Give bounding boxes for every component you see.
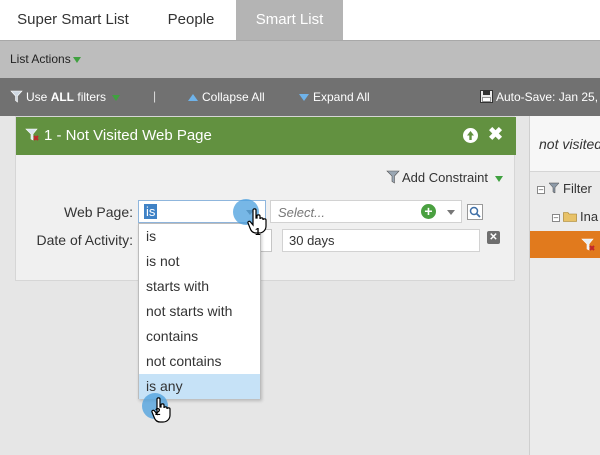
date-value-input[interactable]: 30 days xyxy=(282,229,480,252)
filter-funnel-icon xyxy=(548,182,560,194)
remove-constraint-icon[interactable]: ✕ xyxy=(487,231,500,244)
option-not-starts-with[interactable]: not starts with xyxy=(139,299,260,324)
filter-funnel-icon xyxy=(10,90,23,103)
collapse-toggle-icon[interactable]: – xyxy=(537,185,545,194)
list-actions-button[interactable]: List Actions xyxy=(10,52,81,66)
operator-value: is xyxy=(144,204,158,219)
right-panel: not visited – Filter – Ina xyxy=(529,116,600,455)
autosave-label: Auto-Save: Jan 25, xyxy=(496,90,599,104)
tree-item-filters[interactable]: – Filter xyxy=(537,181,592,196)
toolbar-separator: | xyxy=(153,89,157,103)
filter-icon xyxy=(25,128,39,141)
lookup-icon[interactable] xyxy=(467,204,483,220)
operator-dropdown-list: is is not starts with not starts with co… xyxy=(138,223,261,399)
list-actions-bar: List Actions xyxy=(0,40,600,78)
right-panel-title: not visited xyxy=(539,136,600,152)
tab-smart-list[interactable]: Smart List xyxy=(236,0,343,40)
step-number-2: 2 xyxy=(155,407,161,418)
dropdown-arrow-icon xyxy=(495,175,503,182)
date-value: 30 days xyxy=(289,233,335,248)
collapse-all-label: Collapse All xyxy=(202,90,265,104)
web-page-placeholder: Select... xyxy=(278,205,325,220)
step-number-1: 1 xyxy=(255,227,261,238)
collapse-toggle-icon[interactable]: – xyxy=(552,213,560,222)
filter-toolbar: Use ALL filters | Collapse All Expand Al… xyxy=(0,78,600,116)
collapse-icon xyxy=(188,94,198,101)
use-all-filters-button[interactable]: Use ALL filters xyxy=(10,90,121,104)
option-is-not[interactable]: is not xyxy=(139,249,260,274)
selected-tree-item[interactable] xyxy=(530,231,600,258)
chevron-down-icon[interactable] xyxy=(447,210,455,215)
option-starts-with[interactable]: starts with xyxy=(139,274,260,299)
web-page-label: Web Page: xyxy=(63,204,133,220)
folder-icon xyxy=(563,212,577,222)
filter-card-header: 1 - Not Visited Web Page ✖ xyxy=(16,117,516,155)
pointer-hand-icon xyxy=(151,397,171,423)
option-is[interactable]: is xyxy=(139,224,260,249)
filter-title: 1 - Not Visited Web Page xyxy=(44,127,212,144)
tree-sub-label: Ina xyxy=(580,209,599,224)
tree-item-inactive[interactable]: – Ina xyxy=(552,209,598,224)
filter-card: 1 - Not Visited Web Page ✖ Add Constrain… xyxy=(15,116,516,281)
autosave-status: Auto-Save: Jan 25, xyxy=(480,90,598,104)
collapse-all-button[interactable]: Collapse All xyxy=(188,90,265,104)
date-of-activity-label: Date of Activity: xyxy=(36,232,133,248)
list-actions-label: List Actions xyxy=(10,52,71,66)
use-label: Use xyxy=(26,90,48,104)
filter-funnel-icon xyxy=(386,170,400,184)
tab-people[interactable]: People xyxy=(146,0,236,40)
save-disk-icon xyxy=(480,90,493,103)
expand-all-button[interactable]: Expand All xyxy=(299,90,370,104)
option-contains[interactable]: contains xyxy=(139,324,260,349)
filter-icon xyxy=(581,238,595,251)
all-label: ALL xyxy=(50,90,75,104)
right-panel-header: not visited xyxy=(530,116,600,172)
tab-super-smart-list[interactable]: Super Smart List xyxy=(0,0,146,40)
dropdown-arrow-icon xyxy=(72,56,81,63)
close-icon[interactable]: ✖ xyxy=(488,124,503,145)
option-not-contains[interactable]: not contains xyxy=(139,349,260,374)
add-constraint-label: Add Constraint xyxy=(402,170,488,185)
dropdown-arrow-icon xyxy=(112,94,121,101)
tree-filters-label: Filter xyxy=(563,181,592,196)
add-plus-icon[interactable]: + xyxy=(421,204,436,219)
web-page-select[interactable]: Select... + xyxy=(270,200,462,223)
expand-all-label: Expand All xyxy=(313,90,370,104)
expand-icon xyxy=(299,94,309,101)
move-up-icon[interactable] xyxy=(463,128,478,143)
tab-bar: Super Smart List People Smart List xyxy=(0,0,600,40)
add-constraint-button[interactable]: Add Constraint xyxy=(386,170,503,185)
filters-label: filters xyxy=(77,90,107,104)
